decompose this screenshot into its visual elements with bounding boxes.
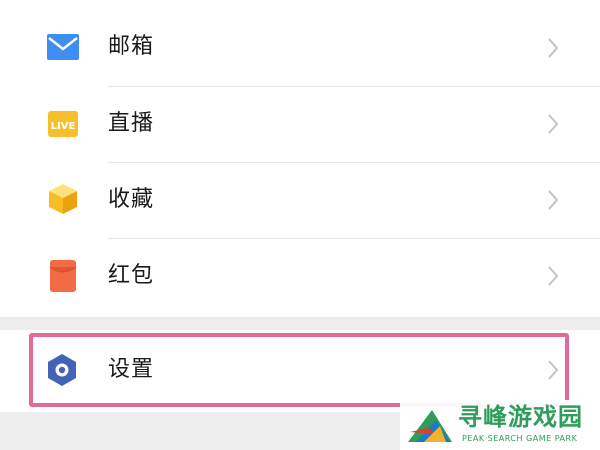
live-icon: LIVE: [48, 111, 78, 137]
svg-text:LIVE: LIVE: [51, 121, 76, 132]
menu-item-mail[interactable]: 邮箱: [0, 10, 600, 86]
menu-group: 邮箱 LIVE 直播 收藏 红包: [0, 0, 600, 317]
highlight-frame: [29, 333, 569, 407]
menu-item-label: 邮箱: [108, 34, 155, 59]
menu-item-red-envelope[interactable]: 红包: [0, 238, 600, 314]
menu-item-favorites[interactable]: 收藏: [0, 162, 600, 238]
chevron-right-icon: [548, 266, 559, 286]
watermark: 寻峰游戏园 PEAK SEARCH GAME PARK: [400, 400, 600, 450]
mountain-logo-icon: [408, 410, 452, 442]
mail-icon: [47, 34, 79, 60]
menu-item-label: 红包: [108, 263, 155, 288]
menu-item-label: 收藏: [108, 187, 155, 212]
red-envelope-icon: [49, 260, 77, 292]
watermark-subtitle: PEAK SEARCH GAME PARK: [462, 434, 578, 443]
watermark-title: 寻峰游戏园: [458, 403, 583, 431]
favorites-cube-icon: [49, 184, 77, 214]
menu-item-label: 直播: [108, 111, 155, 136]
chevron-right-icon: [548, 114, 559, 134]
chevron-right-icon: [548, 190, 559, 210]
chevron-right-icon: [548, 38, 559, 58]
menu-item-live[interactable]: LIVE 直播: [0, 86, 600, 162]
